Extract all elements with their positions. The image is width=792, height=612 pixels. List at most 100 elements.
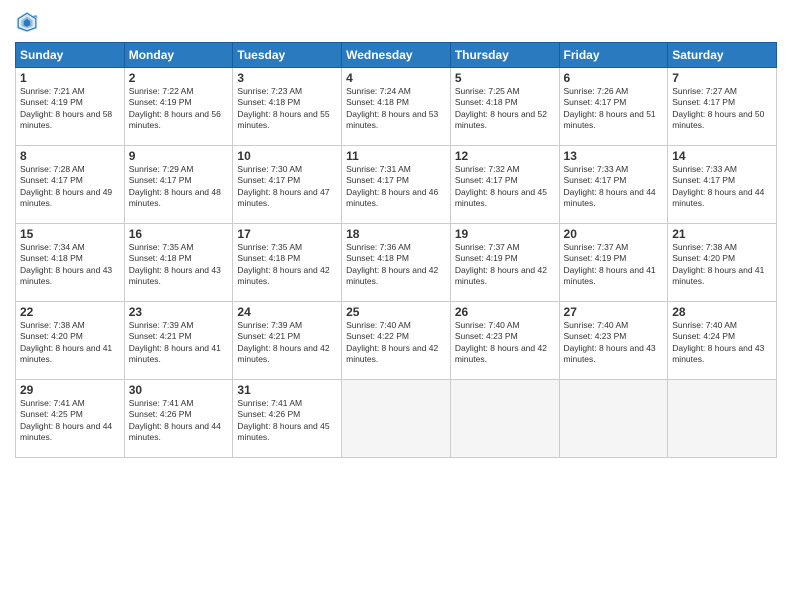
day-number: 28 [672, 305, 772, 319]
calendar-cell: 3Sunrise: 7:23 AMSunset: 4:18 PMDaylight… [233, 68, 342, 146]
calendar-table: SundayMondayTuesdayWednesdayThursdayFrid… [15, 42, 777, 458]
calendar-week-5: 29Sunrise: 7:41 AMSunset: 4:25 PMDayligh… [16, 380, 777, 458]
cell-text: Sunrise: 7:28 AMSunset: 4:17 PMDaylight:… [20, 164, 120, 210]
day-number: 13 [564, 149, 664, 163]
day-number: 18 [346, 227, 446, 241]
cell-text: Sunrise: 7:41 AMSunset: 4:26 PMDaylight:… [237, 398, 337, 444]
cell-text: Sunrise: 7:40 AMSunset: 4:24 PMDaylight:… [672, 320, 772, 366]
calendar-cell: 13Sunrise: 7:33 AMSunset: 4:17 PMDayligh… [559, 146, 668, 224]
day-number: 11 [346, 149, 446, 163]
day-header-tuesday: Tuesday [233, 43, 342, 68]
day-header-thursday: Thursday [450, 43, 559, 68]
cell-text: Sunrise: 7:26 AMSunset: 4:17 PMDaylight:… [564, 86, 664, 132]
calendar-cell: 7Sunrise: 7:27 AMSunset: 4:17 PMDaylight… [668, 68, 777, 146]
cell-text: Sunrise: 7:39 AMSunset: 4:21 PMDaylight:… [129, 320, 229, 366]
calendar-cell: 26Sunrise: 7:40 AMSunset: 4:23 PMDayligh… [450, 302, 559, 380]
cell-text: Sunrise: 7:41 AMSunset: 4:25 PMDaylight:… [20, 398, 120, 444]
cell-text: Sunrise: 7:37 AMSunset: 4:19 PMDaylight:… [564, 242, 664, 288]
calendar-cell [668, 380, 777, 458]
calendar-cell: 12Sunrise: 7:32 AMSunset: 4:17 PMDayligh… [450, 146, 559, 224]
logo-icon [15, 10, 39, 34]
logo [15, 10, 43, 34]
day-header-wednesday: Wednesday [342, 43, 451, 68]
cell-text: Sunrise: 7:40 AMSunset: 4:23 PMDaylight:… [455, 320, 555, 366]
day-number: 2 [129, 71, 229, 85]
day-number: 6 [564, 71, 664, 85]
day-number: 27 [564, 305, 664, 319]
day-number: 19 [455, 227, 555, 241]
day-number: 15 [20, 227, 120, 241]
day-number: 3 [237, 71, 337, 85]
day-number: 16 [129, 227, 229, 241]
cell-text: Sunrise: 7:22 AMSunset: 4:19 PMDaylight:… [129, 86, 229, 132]
day-number: 1 [20, 71, 120, 85]
day-number: 24 [237, 305, 337, 319]
calendar-header-row: SundayMondayTuesdayWednesdayThursdayFrid… [16, 43, 777, 68]
calendar-cell: 8Sunrise: 7:28 AMSunset: 4:17 PMDaylight… [16, 146, 125, 224]
day-number: 20 [564, 227, 664, 241]
day-number: 9 [129, 149, 229, 163]
day-header-monday: Monday [124, 43, 233, 68]
cell-text: Sunrise: 7:33 AMSunset: 4:17 PMDaylight:… [672, 164, 772, 210]
cell-text: Sunrise: 7:41 AMSunset: 4:26 PMDaylight:… [129, 398, 229, 444]
calendar-cell: 10Sunrise: 7:30 AMSunset: 4:17 PMDayligh… [233, 146, 342, 224]
day-number: 23 [129, 305, 229, 319]
cell-text: Sunrise: 7:34 AMSunset: 4:18 PMDaylight:… [20, 242, 120, 288]
calendar-cell: 27Sunrise: 7:40 AMSunset: 4:23 PMDayligh… [559, 302, 668, 380]
cell-text: Sunrise: 7:39 AMSunset: 4:21 PMDaylight:… [237, 320, 337, 366]
calendar-cell: 21Sunrise: 7:38 AMSunset: 4:20 PMDayligh… [668, 224, 777, 302]
calendar-cell: 15Sunrise: 7:34 AMSunset: 4:18 PMDayligh… [16, 224, 125, 302]
cell-text: Sunrise: 7:33 AMSunset: 4:17 PMDaylight:… [564, 164, 664, 210]
cell-text: Sunrise: 7:40 AMSunset: 4:22 PMDaylight:… [346, 320, 446, 366]
cell-text: Sunrise: 7:38 AMSunset: 4:20 PMDaylight:… [20, 320, 120, 366]
calendar-cell [342, 380, 451, 458]
cell-text: Sunrise: 7:32 AMSunset: 4:17 PMDaylight:… [455, 164, 555, 210]
cell-text: Sunrise: 7:36 AMSunset: 4:18 PMDaylight:… [346, 242, 446, 288]
calendar-cell: 14Sunrise: 7:33 AMSunset: 4:17 PMDayligh… [668, 146, 777, 224]
calendar-cell: 29Sunrise: 7:41 AMSunset: 4:25 PMDayligh… [16, 380, 125, 458]
day-number: 8 [20, 149, 120, 163]
calendar-cell: 17Sunrise: 7:35 AMSunset: 4:18 PMDayligh… [233, 224, 342, 302]
cell-text: Sunrise: 7:27 AMSunset: 4:17 PMDaylight:… [672, 86, 772, 132]
day-number: 29 [20, 383, 120, 397]
day-number: 17 [237, 227, 337, 241]
calendar-cell: 4Sunrise: 7:24 AMSunset: 4:18 PMDaylight… [342, 68, 451, 146]
calendar-cell: 23Sunrise: 7:39 AMSunset: 4:21 PMDayligh… [124, 302, 233, 380]
day-number: 4 [346, 71, 446, 85]
day-header-saturday: Saturday [668, 43, 777, 68]
day-number: 14 [672, 149, 772, 163]
cell-text: Sunrise: 7:29 AMSunset: 4:17 PMDaylight:… [129, 164, 229, 210]
calendar-cell [450, 380, 559, 458]
page-header [15, 10, 777, 34]
calendar-cell: 5Sunrise: 7:25 AMSunset: 4:18 PMDaylight… [450, 68, 559, 146]
calendar-cell: 1Sunrise: 7:21 AMSunset: 4:19 PMDaylight… [16, 68, 125, 146]
cell-text: Sunrise: 7:40 AMSunset: 4:23 PMDaylight:… [564, 320, 664, 366]
calendar-week-3: 15Sunrise: 7:34 AMSunset: 4:18 PMDayligh… [16, 224, 777, 302]
calendar-week-4: 22Sunrise: 7:38 AMSunset: 4:20 PMDayligh… [16, 302, 777, 380]
day-number: 31 [237, 383, 337, 397]
calendar-week-1: 1Sunrise: 7:21 AMSunset: 4:19 PMDaylight… [16, 68, 777, 146]
calendar-cell: 11Sunrise: 7:31 AMSunset: 4:17 PMDayligh… [342, 146, 451, 224]
cell-text: Sunrise: 7:35 AMSunset: 4:18 PMDaylight:… [129, 242, 229, 288]
calendar-cell: 25Sunrise: 7:40 AMSunset: 4:22 PMDayligh… [342, 302, 451, 380]
cell-text: Sunrise: 7:37 AMSunset: 4:19 PMDaylight:… [455, 242, 555, 288]
cell-text: Sunrise: 7:21 AMSunset: 4:19 PMDaylight:… [20, 86, 120, 132]
calendar-week-2: 8Sunrise: 7:28 AMSunset: 4:17 PMDaylight… [16, 146, 777, 224]
cell-text: Sunrise: 7:25 AMSunset: 4:18 PMDaylight:… [455, 86, 555, 132]
day-header-sunday: Sunday [16, 43, 125, 68]
day-number: 7 [672, 71, 772, 85]
day-number: 21 [672, 227, 772, 241]
cell-text: Sunrise: 7:24 AMSunset: 4:18 PMDaylight:… [346, 86, 446, 132]
calendar-cell: 22Sunrise: 7:38 AMSunset: 4:20 PMDayligh… [16, 302, 125, 380]
calendar-cell: 18Sunrise: 7:36 AMSunset: 4:18 PMDayligh… [342, 224, 451, 302]
calendar-cell: 31Sunrise: 7:41 AMSunset: 4:26 PMDayligh… [233, 380, 342, 458]
calendar-cell: 30Sunrise: 7:41 AMSunset: 4:26 PMDayligh… [124, 380, 233, 458]
cell-text: Sunrise: 7:31 AMSunset: 4:17 PMDaylight:… [346, 164, 446, 210]
day-number: 26 [455, 305, 555, 319]
calendar-cell: 19Sunrise: 7:37 AMSunset: 4:19 PMDayligh… [450, 224, 559, 302]
calendar-cell [559, 380, 668, 458]
calendar-cell: 28Sunrise: 7:40 AMSunset: 4:24 PMDayligh… [668, 302, 777, 380]
calendar-cell: 9Sunrise: 7:29 AMSunset: 4:17 PMDaylight… [124, 146, 233, 224]
calendar-cell: 16Sunrise: 7:35 AMSunset: 4:18 PMDayligh… [124, 224, 233, 302]
calendar-cell: 2Sunrise: 7:22 AMSunset: 4:19 PMDaylight… [124, 68, 233, 146]
